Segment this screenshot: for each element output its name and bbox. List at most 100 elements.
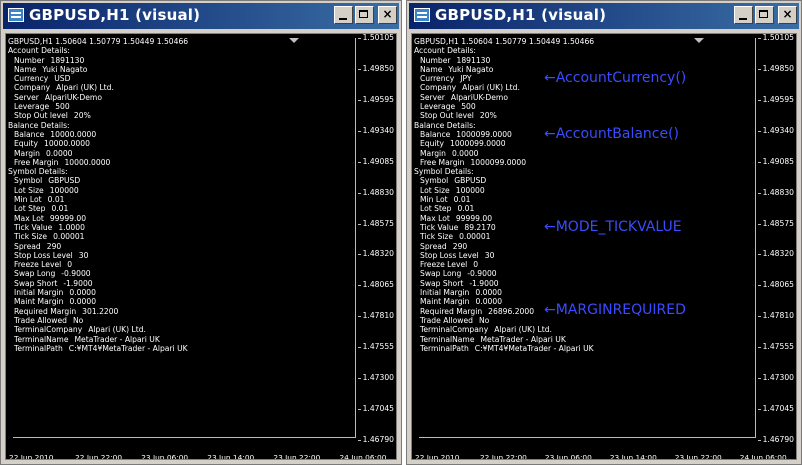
info-key: Equity	[14, 139, 39, 149]
shift-marker-icon[interactable]	[694, 38, 704, 43]
shift-marker-icon[interactable]	[289, 38, 299, 43]
info-key: Lot Size	[420, 185, 450, 195]
price-label: 1.46790	[357, 435, 394, 444]
info-value: 0.01	[51, 204, 69, 214]
info-key: Maint Margin	[420, 297, 470, 307]
info-value: 30	[78, 250, 89, 260]
date-label: 22 Jun 2010	[9, 453, 54, 460]
info-key: Leverage	[14, 102, 50, 112]
info-value: C:¥MT4¥MetaTrader - Alpari UK	[68, 343, 188, 353]
info-key: Server	[420, 92, 445, 102]
info-value: GBPUSD	[454, 176, 487, 186]
info-key: Currency	[14, 74, 49, 84]
info-key: Min Lot	[14, 195, 42, 205]
info-value: AlpariUK-Demo	[44, 92, 102, 102]
info-value: 0.00001	[53, 232, 85, 242]
date-label: 23 Jun 22:00	[273, 453, 321, 460]
info-value: 1891130	[50, 55, 85, 65]
price-label: 1.48575	[757, 218, 794, 228]
info-row: Symbol GBPUSD	[414, 176, 594, 185]
close-button[interactable]: ×	[778, 6, 797, 24]
info-key: Trade Allowed	[14, 315, 67, 325]
info-row: Server AlpariUK-Demo	[8, 93, 188, 102]
info-row: Required Margin 301.2200	[8, 307, 188, 316]
info-value: 290	[46, 241, 62, 251]
info-row: Account Details:	[8, 46, 188, 55]
minimize-button[interactable]	[734, 6, 753, 24]
info-key: TerminalCompany	[14, 325, 83, 335]
date-label: 24 Jun 06:00	[339, 453, 387, 460]
info-value: -1.9000	[63, 278, 93, 288]
info-key: Margin	[420, 148, 446, 158]
price-label: 1.47810	[757, 311, 794, 321]
info-value: 89.2170	[464, 222, 496, 232]
info-value: Yuki Nagato	[42, 64, 88, 74]
info-row: Symbol Details:	[414, 167, 594, 176]
info-row: Symbol Details:	[8, 167, 188, 176]
date-label: 22 Jun 22:00	[75, 453, 123, 460]
info-value: -0.9000	[61, 269, 91, 279]
info-value: MetaTrader - Alpari UK	[74, 334, 160, 344]
info-key: Company	[420, 83, 457, 93]
info-value: 1.0000	[58, 222, 85, 232]
info-value: 1000099.0000	[456, 129, 512, 139]
info-row: TerminalCompany Alpari (UK) Ltd.	[8, 325, 188, 334]
info-row: Server AlpariUK-Demo	[414, 93, 594, 102]
info-key: Max Lot	[420, 213, 450, 223]
info-row: TerminalCompany Alpari (UK) Ltd.	[414, 325, 594, 334]
price-label: 1.48320	[357, 249, 394, 259]
info-key: Equity	[420, 139, 445, 149]
info-key: Balance Details:	[8, 120, 70, 130]
info-row: Currency USD	[8, 74, 188, 83]
info-value: 99999.00	[455, 213, 493, 223]
title-bar[interactable]: GBPUSD,H1 (visual) ×	[3, 3, 399, 29]
info-value: 10000.0000	[44, 139, 90, 149]
info-row: Swap Short -1.9000	[414, 279, 594, 288]
info-row: Lot Size 100000	[414, 186, 594, 195]
info-key: Initial Margin	[420, 288, 470, 298]
info-value: 20%	[479, 111, 497, 121]
minimize-button[interactable]	[334, 6, 353, 24]
title-bar[interactable]: GBPUSD,H1 (visual) ×	[409, 3, 799, 29]
info-key: TerminalCompany	[420, 325, 489, 335]
info-key: Balance	[14, 129, 45, 139]
price-label: 1.49085	[357, 156, 394, 166]
annotation-label: ←AccountCurrency()	[544, 69, 687, 86]
info-key: Swap Short	[14, 278, 58, 288]
close-button[interactable]: ×	[378, 6, 397, 24]
info-value: 0	[67, 260, 73, 270]
chart-area[interactable]: GBPUSD,H1 1.50604 1.50779 1.50449 1.5046…	[411, 33, 797, 460]
maximize-button[interactable]	[355, 6, 374, 24]
info-row: Number 1891130	[8, 56, 188, 65]
info-key: Balance	[420, 129, 451, 139]
info-key: Currency	[420, 74, 455, 84]
price-label: 1.47555	[357, 342, 394, 352]
info-value: MetaTrader - Alpari UK	[480, 334, 566, 344]
info-row: Margin 0.0000	[414, 149, 594, 158]
info-row: Stop Loss Level 30	[8, 251, 188, 260]
chart-area[interactable]: GBPUSD,H1 1.50604 1.50779 1.50449 1.5046…	[5, 33, 397, 460]
info-row: Equity 10000.0000	[8, 139, 188, 148]
info-key: Symbol Details:	[414, 167, 474, 177]
info-value: USD	[54, 74, 71, 84]
price-label: 1.49850	[357, 63, 394, 73]
info-key: Lot Size	[14, 185, 44, 195]
date-label: 24 Jun 06:00	[739, 453, 787, 460]
info-row: Swap Long -0.9000	[414, 269, 594, 278]
info-key: Lot Step	[420, 204, 452, 214]
info-row: Min Lot 0.01	[414, 195, 594, 204]
info-key: Name	[420, 64, 443, 74]
info-key: Account Details:	[414, 46, 476, 56]
info-row: TerminalPath C:¥MT4¥MetaTrader - Alpari U…	[414, 344, 594, 353]
info-value: 1000099.0000	[470, 157, 527, 167]
info-row: Max Lot 99999.00	[8, 214, 188, 223]
maximize-button[interactable]	[755, 6, 774, 24]
info-row: Free Margin 1000099.0000	[414, 158, 594, 167]
info-key: Tick Size	[14, 232, 48, 242]
info-key: Account Details:	[8, 46, 70, 56]
info-value: 0.01	[457, 204, 475, 214]
info-row: Stop Out level 20%	[8, 111, 188, 120]
price-label: 1.46790	[757, 435, 794, 444]
price-label: 1.47045	[357, 404, 394, 414]
info-row: Tick Size 0.00001	[8, 232, 188, 241]
